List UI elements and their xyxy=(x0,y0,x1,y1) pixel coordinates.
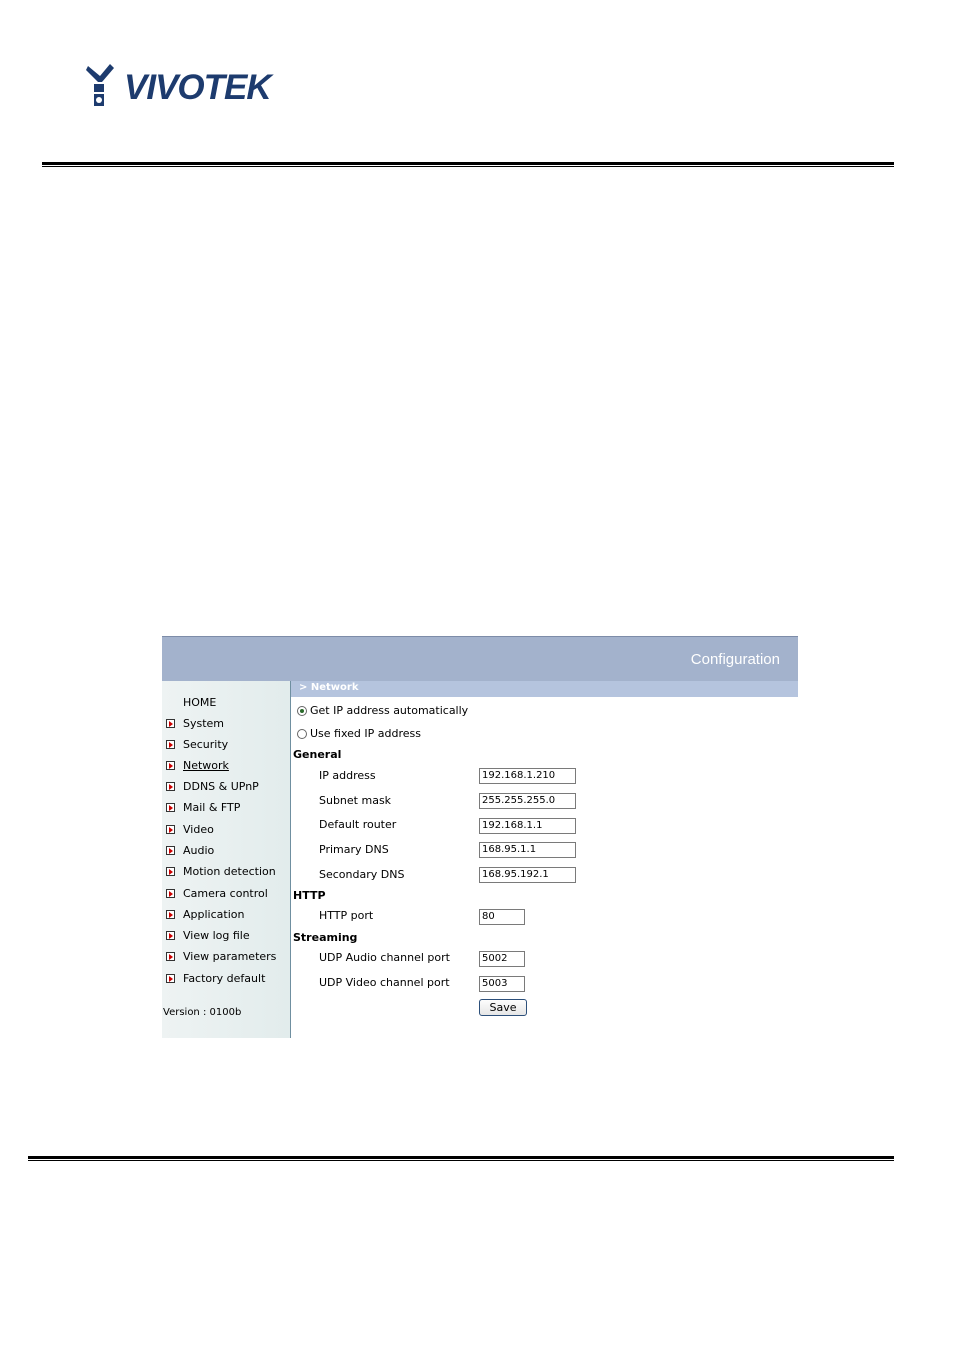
arrow-right-icon xyxy=(166,909,175,919)
udp-video-port-input[interactable]: 5003 xyxy=(479,976,525,992)
configuration-panel: Configuration HOME System Security Netwo… xyxy=(162,636,798,1038)
default-router-input[interactable]: 192.168.1.1 xyxy=(479,818,576,834)
sidebar-item-label: Network xyxy=(183,758,229,772)
sidebar-item-view-log-file[interactable]: View log file xyxy=(166,927,250,943)
bottom-divider xyxy=(28,1156,894,1161)
sidebar-item-video[interactable]: Video xyxy=(166,821,214,837)
sidebar: HOME System Security Network DDNS & UPnP… xyxy=(162,681,291,1038)
arrow-right-icon xyxy=(166,866,175,876)
http-heading: HTTP xyxy=(293,889,326,902)
primary-dns-input[interactable]: 168.95.1.1 xyxy=(479,842,576,858)
arrow-right-icon xyxy=(166,845,175,855)
sidebar-item-label: Factory default xyxy=(183,971,266,985)
arrow-right-icon xyxy=(166,802,175,812)
sidebar-item-home[interactable]: HOME xyxy=(166,694,216,710)
logo-text: VIVOTEK xyxy=(124,68,272,107)
sidebar-item-label: Audio xyxy=(183,843,215,857)
arrow-right-icon xyxy=(166,951,175,961)
version-label: Version : 0100b xyxy=(163,1007,242,1018)
fixed-ip-label: Use fixed IP address xyxy=(310,727,421,740)
sidebar-item-camera-control[interactable]: Camera control xyxy=(166,885,268,901)
default-router-label: Default router xyxy=(319,818,397,831)
sidebar-item-factory-default[interactable]: Factory default xyxy=(166,970,265,986)
sidebar-item-mail-ftp[interactable]: Mail & FTP xyxy=(166,799,240,815)
camera-logo-icon xyxy=(86,64,114,106)
sidebar-item-label: Security xyxy=(183,737,229,751)
page-title: Configuration xyxy=(690,651,780,668)
network-settings: Get IP address automatically Use fixed I… xyxy=(291,697,798,1038)
sidebar-item-label: System xyxy=(183,716,225,730)
sidebar-item-label: Mail & FTP xyxy=(183,800,241,814)
subnet-mask-input[interactable]: 255.255.255.0 xyxy=(479,793,576,809)
sidebar-item-label: Motion detection xyxy=(183,864,276,878)
udp-video-port-label: UDP Video channel port xyxy=(319,976,450,989)
sidebar-item-network[interactable]: Network xyxy=(166,757,229,773)
sidebar-item-label: Camera control xyxy=(183,886,268,900)
top-divider xyxy=(42,162,894,167)
primary-dns-label: Primary DNS xyxy=(319,843,389,856)
sidebar-item-audio[interactable]: Audio xyxy=(166,842,214,858)
sidebar-item-label: View parameters xyxy=(183,949,277,963)
arrow-right-icon xyxy=(166,760,175,770)
section-title: > Network xyxy=(299,682,359,693)
http-port-input[interactable]: 80 xyxy=(479,909,525,925)
sidebar-item-motion-detection[interactable]: Motion detection xyxy=(166,863,276,879)
ip-address-input[interactable]: 192.168.1.210 xyxy=(479,768,576,784)
header-bar: Configuration xyxy=(162,636,798,681)
udp-audio-port-label: UDP Audio channel port xyxy=(319,951,450,964)
sidebar-item-label: Application xyxy=(183,907,245,921)
arrow-right-icon xyxy=(166,930,175,940)
http-port-label: HTTP port xyxy=(319,909,374,922)
streaming-heading: Streaming xyxy=(293,931,358,944)
subnet-mask-label: Subnet mask xyxy=(319,794,392,807)
arrow-right-icon xyxy=(166,973,175,983)
section-header: > Network xyxy=(291,681,798,697)
arrow-right-icon xyxy=(166,739,175,749)
arrow-right-icon xyxy=(166,824,175,834)
sidebar-item-view-parameters[interactable]: View parameters xyxy=(166,948,276,964)
vivotek-logo: VIVOTEK xyxy=(84,62,294,112)
arrow-right-icon xyxy=(166,718,175,728)
arrow-right-icon xyxy=(166,888,175,898)
sidebar-item-label: View log file xyxy=(183,928,250,942)
sidebar-item-application[interactable]: Application xyxy=(166,906,244,922)
save-button[interactable]: Save xyxy=(479,999,527,1016)
secondary-dns-label: Secondary DNS xyxy=(319,868,405,881)
sidebar-item-system[interactable]: System xyxy=(166,715,224,731)
ip-address-label: IP address xyxy=(319,769,376,782)
sidebar-item-label: HOME xyxy=(183,695,217,709)
sidebar-item-label: Video xyxy=(183,822,214,836)
udp-audio-port-input[interactable]: 5002 xyxy=(479,951,525,967)
sidebar-item-ddns-upnp[interactable]: DDNS & UPnP xyxy=(166,778,259,794)
arrow-right-icon xyxy=(166,781,175,791)
secondary-dns-input[interactable]: 168.95.192.1 xyxy=(479,867,576,883)
sidebar-item-label: DDNS & UPnP xyxy=(183,779,259,793)
fixed-ip-radio[interactable] xyxy=(297,728,307,739)
sidebar-item-security[interactable]: Security xyxy=(166,736,228,752)
general-heading: General xyxy=(293,748,342,761)
fixed-ip-option[interactable]: Use fixed IP address xyxy=(297,727,421,740)
auto-ip-label: Get IP address automatically xyxy=(310,704,469,717)
auto-ip-option[interactable]: Get IP address automatically xyxy=(297,704,468,717)
auto-ip-radio[interactable] xyxy=(297,705,307,716)
